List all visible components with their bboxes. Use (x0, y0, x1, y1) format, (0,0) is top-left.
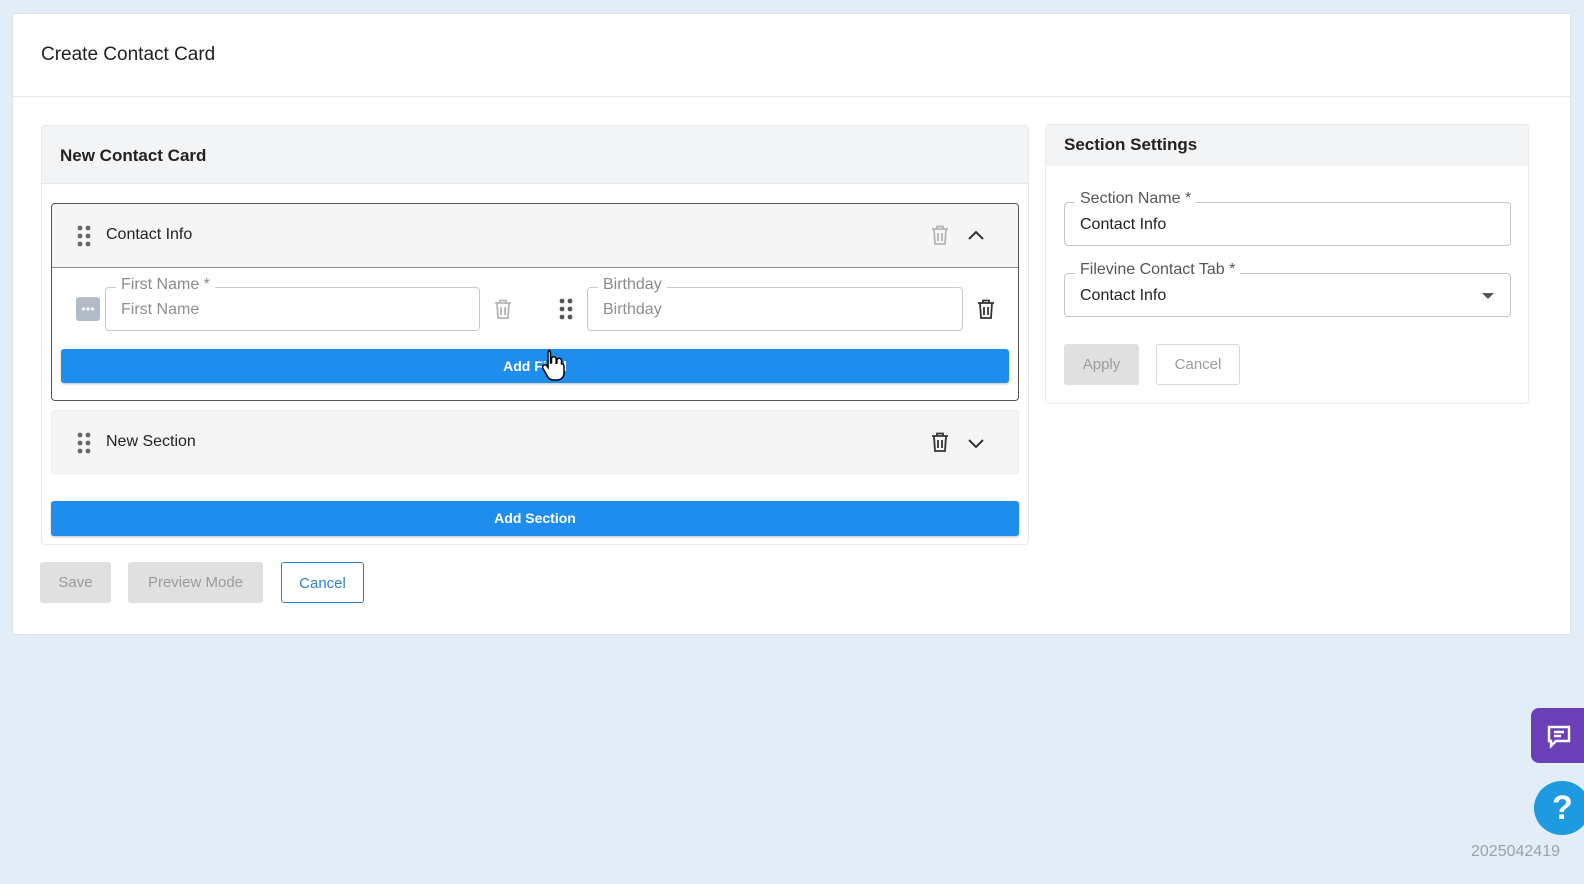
chevron-down-icon[interactable] (966, 433, 986, 453)
card-title: New Contact Card (42, 126, 1028, 184)
section-name-input[interactable]: Section Name * Contact Info (1064, 190, 1511, 246)
add-field-button[interactable]: Add Field (61, 349, 1009, 383)
first-name-label: First Name * (116, 276, 215, 294)
birthday-field[interactable]: Birthday Birthday (587, 276, 963, 331)
contact-tab-select[interactable]: Filevine Contact Tab * Contact Info (1064, 261, 1511, 317)
settings-title: Section Settings (1046, 125, 1528, 166)
header-divider (13, 96, 1570, 97)
contact-tab-value: Contact Info (1080, 287, 1167, 304)
drag-handle-icon[interactable] (77, 432, 91, 454)
section-contact-info: Contact Info First Name * First Name Bir… (51, 203, 1019, 401)
chevron-up-icon[interactable] (966, 226, 986, 246)
settings-cancel-button[interactable]: Cancel (1156, 344, 1240, 385)
birthday-placeholder: Birthday (603, 301, 662, 318)
first-name-placeholder: First Name (121, 301, 200, 318)
chat-widget-button[interactable] (1531, 708, 1584, 763)
section-name-label: Section Name * (1075, 190, 1197, 208)
text-field-icon (76, 297, 100, 321)
section-name-value: Contact Info (1080, 216, 1167, 233)
section-name: Contact Info (106, 226, 193, 243)
dropdown-caret-icon[interactable] (1482, 293, 1494, 299)
contact-card-builder: New Contact Card Contact Info First Name… (41, 125, 1029, 545)
save-button[interactable]: Save (40, 562, 111, 603)
cancel-button[interactable]: Cancel (281, 562, 364, 603)
section-settings-panel: Section Settings Section Name * Contact … (1045, 124, 1529, 404)
drag-handle-icon[interactable] (559, 298, 573, 320)
section-name: New Section (106, 433, 196, 450)
delete-section-icon[interactable] (930, 431, 950, 453)
birthday-label: Birthday (598, 276, 667, 294)
delete-field-icon[interactable] (493, 298, 513, 320)
delete-field-icon[interactable] (976, 298, 996, 320)
page-card: Create Contact Card New Contact Card Con… (12, 13, 1571, 635)
preview-mode-button[interactable]: Preview Mode (128, 562, 263, 603)
page-title: Create Contact Card (41, 44, 216, 65)
section-new-section[interactable]: New Section (51, 410, 1019, 474)
chat-icon (1545, 722, 1573, 750)
add-section-button[interactable]: Add Section (51, 501, 1019, 536)
drag-handle-icon[interactable] (77, 225, 91, 247)
help-icon: ? (1552, 789, 1573, 827)
apply-button[interactable]: Apply (1064, 344, 1139, 385)
help-button[interactable]: ? (1534, 781, 1584, 835)
section-header[interactable]: Contact Info (52, 204, 1018, 268)
first-name-field[interactable]: First Name * First Name (105, 276, 480, 331)
build-version: 2025042419 (1471, 843, 1560, 860)
contact-tab-label: Filevine Contact Tab * (1075, 261, 1241, 279)
delete-section-icon[interactable] (930, 224, 950, 246)
